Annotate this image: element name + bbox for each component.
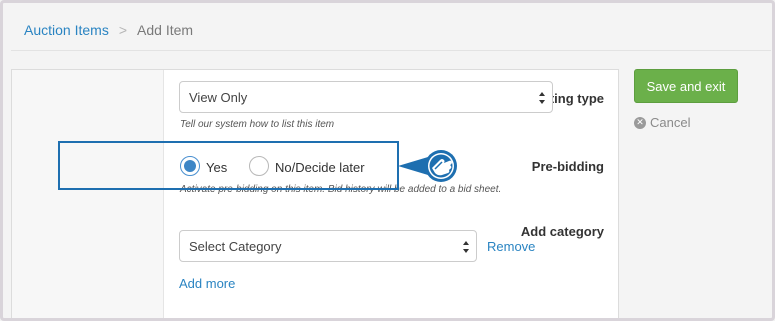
breadcrumb: Auction Items > Add Item <box>11 9 771 51</box>
category-select-placeholder: Select Category <box>189 238 282 254</box>
breadcrumb-separator: > <box>118 21 128 38</box>
item-form-card: Listing type View Only Tell our system h… <box>11 69 619 318</box>
pre-bidding-highlight <box>58 141 399 190</box>
category-select[interactable]: Select Category <box>179 230 477 262</box>
cancel-label: Cancel <box>650 115 691 130</box>
remove-category-link[interactable]: Remove <box>487 239 535 254</box>
close-circle-icon: ✕ <box>634 116 646 129</box>
listing-type-select[interactable]: View Only <box>179 81 553 113</box>
listing-type-value: View Only <box>189 89 248 105</box>
pointing-hand-icon <box>398 150 457 182</box>
add-category-label: Add category <box>520 224 604 239</box>
app-frame: Auction Items > Add Item Listing type Vi… <box>0 0 775 321</box>
breadcrumb-current: Add Item <box>137 21 194 38</box>
select-arrows-icon <box>539 92 545 104</box>
cancel-link[interactable]: ✕ Cancel <box>634 115 690 130</box>
breadcrumb-auction-items-link[interactable]: Auction Items <box>24 22 109 38</box>
save-and-exit-button[interactable]: Save and exit <box>634 69 738 103</box>
pre-bidding-label: Pre-bidding <box>531 159 604 174</box>
add-more-link[interactable]: Add more <box>179 276 235 291</box>
listing-type-help: Tell our system how to list this item <box>180 119 335 130</box>
select-arrows-icon <box>463 241 469 253</box>
form-label-column <box>12 70 164 318</box>
